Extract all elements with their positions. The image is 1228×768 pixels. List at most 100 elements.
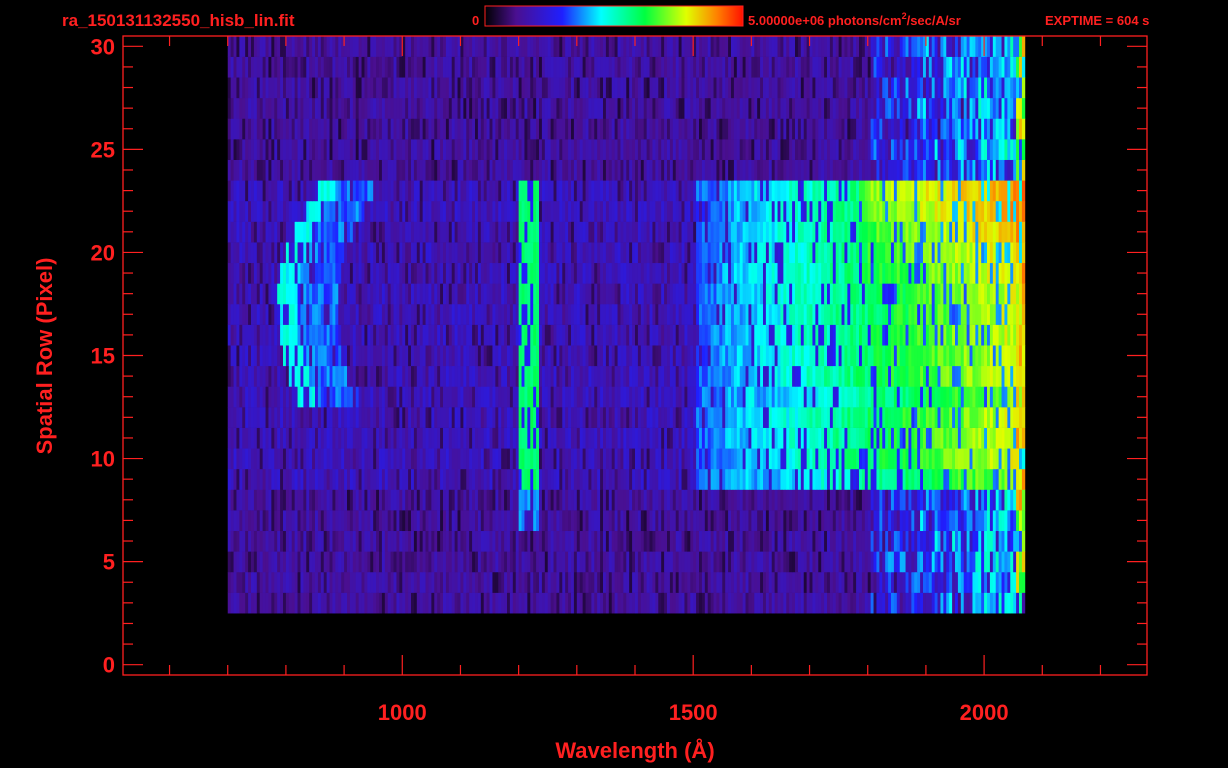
heatmap-cell bbox=[469, 303, 473, 325]
heatmap-cell bbox=[445, 530, 450, 552]
heatmap-cell bbox=[329, 221, 333, 243]
heatmap-cell bbox=[265, 242, 269, 264]
heatmap-cell bbox=[608, 448, 613, 470]
heatmap-cell bbox=[262, 551, 266, 573]
colorbar-max-label: 5.00000e+06 photons/cm2/sec/A/sr bbox=[748, 11, 961, 28]
heatmap-cell bbox=[364, 262, 368, 284]
heatmap-cell bbox=[483, 510, 488, 532]
heatmap-cell bbox=[978, 262, 982, 284]
heatmap-cell bbox=[530, 386, 534, 408]
heatmap-cell bbox=[283, 283, 287, 305]
heatmap-cell bbox=[952, 345, 956, 367]
heatmap-cell bbox=[469, 365, 473, 387]
heatmap-cell bbox=[821, 530, 825, 552]
heatmap-cell bbox=[379, 551, 383, 573]
heatmap-cell bbox=[745, 510, 749, 532]
heatmap-cell bbox=[864, 262, 869, 284]
heatmap-cell bbox=[483, 242, 488, 264]
heatmap-cell bbox=[309, 262, 313, 284]
heatmap-cell bbox=[230, 407, 234, 428]
heatmap-cell bbox=[591, 365, 595, 387]
heatmap-cell bbox=[445, 448, 450, 470]
heatmap-cell bbox=[844, 571, 848, 593]
heatmap-cell bbox=[399, 365, 403, 387]
heatmap-cell bbox=[1021, 489, 1026, 511]
heatmap-cell bbox=[870, 427, 874, 449]
heatmap-cell bbox=[969, 571, 973, 593]
heatmap-cell bbox=[300, 551, 304, 573]
heatmap-cell bbox=[838, 510, 842, 532]
heatmap-cell bbox=[1019, 324, 1023, 346]
heatmap-cell bbox=[475, 489, 479, 511]
heatmap-cell bbox=[376, 571, 380, 593]
heatmap-cell bbox=[271, 283, 275, 305]
heatmap-cell bbox=[475, 242, 479, 264]
heatmap-cell bbox=[332, 262, 336, 284]
heatmap-cell bbox=[725, 386, 729, 408]
heatmap-cell bbox=[507, 571, 511, 593]
heatmap-cell bbox=[707, 262, 712, 284]
heatmap-cell bbox=[885, 407, 889, 428]
heatmap-cell bbox=[303, 386, 307, 408]
heatmap-cell bbox=[1013, 324, 1017, 346]
heatmap-cell bbox=[390, 448, 394, 470]
heatmap-cell bbox=[329, 489, 333, 511]
heatmap-cell bbox=[550, 242, 554, 264]
heatmap-cell bbox=[864, 489, 869, 511]
heatmap-cell bbox=[733, 510, 738, 532]
heatmap-cell bbox=[934, 345, 938, 367]
heatmap-cell bbox=[280, 592, 284, 614]
heatmap-cell bbox=[896, 571, 901, 593]
heatmap-cell bbox=[381, 551, 386, 573]
heatmap-cell bbox=[675, 324, 680, 346]
heatmap-cell bbox=[585, 427, 589, 449]
heatmap-cell bbox=[440, 324, 444, 346]
heatmap-cell bbox=[963, 345, 968, 367]
heatmap-cell bbox=[684, 242, 688, 264]
heatmap-cell bbox=[521, 407, 525, 428]
heatmap-cell bbox=[821, 303, 825, 325]
heatmap-cell bbox=[573, 407, 578, 428]
heatmap-cell bbox=[402, 242, 406, 264]
heatmap-cell bbox=[370, 262, 374, 284]
heatmap-cell bbox=[277, 510, 281, 532]
heatmap-cell bbox=[451, 489, 456, 511]
heatmap-cell bbox=[472, 303, 476, 325]
heatmap-cell bbox=[1021, 468, 1026, 490]
heatmap-cell bbox=[955, 592, 959, 614]
heatmap-cell bbox=[492, 448, 496, 470]
heatmap-cell bbox=[908, 262, 912, 284]
heatmap-cell bbox=[280, 468, 284, 490]
heatmap-cell bbox=[370, 592, 374, 614]
heatmap-cell bbox=[861, 386, 866, 408]
heatmap-cell bbox=[332, 386, 336, 408]
heatmap-cell bbox=[256, 407, 261, 428]
heatmap-cell bbox=[731, 427, 735, 449]
heatmap-cell bbox=[463, 345, 467, 367]
heatmap-cell bbox=[300, 407, 304, 428]
heatmap-cell bbox=[832, 592, 837, 614]
heatmap-cell bbox=[818, 365, 822, 387]
heatmap-cell bbox=[1013, 510, 1017, 532]
heatmap-cell bbox=[969, 283, 973, 305]
heatmap-cell bbox=[876, 303, 880, 325]
heatmap-cell bbox=[291, 468, 296, 490]
heatmap-cell bbox=[1013, 468, 1017, 490]
heatmap-cell bbox=[507, 242, 511, 264]
heatmap-cell bbox=[326, 510, 330, 532]
heatmap-cell bbox=[914, 592, 918, 614]
heatmap-cell bbox=[504, 407, 508, 428]
heatmap-cell bbox=[943, 510, 947, 532]
heatmap-cell bbox=[754, 468, 758, 490]
heatmap-cell bbox=[806, 427, 810, 449]
heatmap-cell bbox=[469, 489, 473, 511]
heatmap-cell bbox=[646, 530, 650, 552]
heatmap-cell bbox=[893, 324, 898, 346]
heatmap-cell bbox=[434, 592, 438, 614]
heatmap-cell bbox=[576, 262, 581, 284]
heatmap-cell bbox=[451, 571, 456, 593]
heatmap-cell bbox=[373, 407, 377, 428]
heatmap-cell bbox=[984, 345, 988, 367]
heatmap-cell bbox=[745, 365, 749, 387]
heatmap-cell bbox=[629, 530, 633, 552]
